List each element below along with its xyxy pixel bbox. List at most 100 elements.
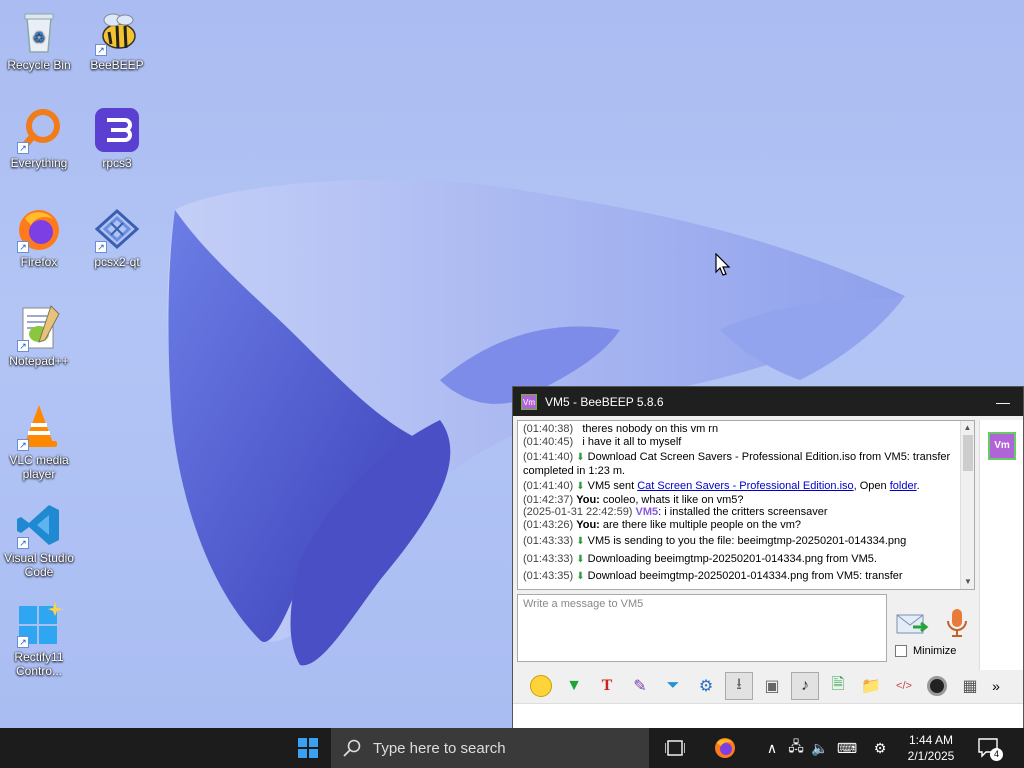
desktop-icon-recycle-bin[interactable]: ♻ Recycle Bin xyxy=(0,8,78,72)
svg-text:♻: ♻ xyxy=(33,29,46,45)
microphone-icon xyxy=(947,609,967,637)
send-button[interactable] xyxy=(895,609,929,639)
clock-time: 1:44 AM xyxy=(908,733,954,747)
start-button[interactable] xyxy=(288,728,328,768)
chat-line: (01:42:37) You: cooleo, whats it like on… xyxy=(523,493,744,506)
vlc-icon: ↗ xyxy=(15,403,63,451)
system-clock[interactable]: 1:44 AM 2/1/2025 xyxy=(896,732,966,764)
clock-date: 2/1/2025 xyxy=(907,749,955,763)
chat-line: (01:43:33) ⬇ Downloading beeimgtmp-20250… xyxy=(523,552,877,565)
sound-button[interactable]: ♪ xyxy=(791,672,819,700)
download-icon: ⬇ xyxy=(576,536,585,547)
chat-scrollbar[interactable]: ▲ ▼ xyxy=(960,421,974,589)
desktop-icon-firefox[interactable]: ↗ Firefox xyxy=(0,205,78,269)
save-tray-icon: ⭳ xyxy=(736,675,742,693)
send-file-button[interactable]: 🗎 xyxy=(824,672,852,700)
open-folder-link[interactable]: folder xyxy=(890,480,917,492)
desktop-icon-label: rpcs3 xyxy=(102,156,132,170)
text-format-button[interactable]: T xyxy=(593,672,621,700)
emoticons-button[interactable] xyxy=(527,672,555,700)
everything-search-icon: ↗ xyxy=(15,106,63,154)
download-icon: ⬇ xyxy=(576,553,585,565)
keyboard-layout-icon[interactable]: ⌨ xyxy=(834,728,860,768)
notification-count-badge: 4 xyxy=(990,748,1003,761)
desktop-icon-label: VLC media player xyxy=(9,453,69,481)
recycle-bin-icon: ♻ xyxy=(15,8,63,56)
more-tools-button[interactable]: » xyxy=(989,672,1003,700)
message-input[interactable]: Write a message to VM5 xyxy=(517,594,887,662)
desktop-icon-everything[interactable]: ↗ Everything xyxy=(0,106,78,170)
firefox-icon: ↗ xyxy=(15,205,63,253)
beebeep-app-icon: Vm xyxy=(521,393,537,410)
html-button[interactable]: </> xyxy=(890,672,918,700)
webcam-icon xyxy=(927,676,947,696)
chat-line: (01:41:40) ⬇ Download Cat Screen Savers … xyxy=(523,451,951,477)
folder-icon: 📁 xyxy=(861,678,881,695)
download-icon: ⬇ xyxy=(576,571,585,582)
desktop-icon-label: Visual Studio Code xyxy=(4,551,74,579)
desktop-icon-notepadpp[interactable]: ↗ Notepad++ xyxy=(0,304,78,368)
vscode-icon: ↗ xyxy=(15,501,63,549)
beebeep-icon: ↗ xyxy=(93,8,141,56)
desktop-icon-pcsx2[interactable]: ↗ pcsx2-qt xyxy=(78,205,156,269)
desktop-icon-vscode[interactable]: ↗ Visual Studio Code xyxy=(0,501,78,579)
chat-line: (01:40:38) theres nobody on this vm rn xyxy=(523,423,719,435)
keyboard-button[interactable]: ▦ xyxy=(956,672,984,700)
taskbar: Type here to search ∧ 🖧 🔈 ⌨ ⚙ 1:44 AM 2/… xyxy=(0,728,1024,768)
search-icon xyxy=(343,739,361,757)
scrollbar-thumb[interactable] xyxy=(963,435,973,471)
window-titlebar[interactable]: Vm VM5 - BeeBEEP 5.8.6 — xyxy=(513,387,1023,416)
taskbar-firefox-button[interactable] xyxy=(708,728,742,768)
desktop-icon-label: Rectify11 Contro... xyxy=(14,650,64,678)
user-list-panel: Vm xyxy=(979,420,1023,670)
search-placeholder: Type here to search xyxy=(373,739,506,757)
volume-muted-icon[interactable]: 🔈 xyxy=(810,728,830,768)
desktop-icon-label: BeeBEEP xyxy=(90,58,144,72)
status-strip xyxy=(513,703,1023,729)
green-triangle-icon: ▼ xyxy=(566,677,582,694)
beebeep-chat-window[interactable]: Vm VM5 - BeeBEEP 5.8.6 — (01:40:38) ther… xyxy=(512,386,1024,729)
windows-logo-icon xyxy=(298,738,318,758)
task-view-icon xyxy=(665,740,685,756)
download-icon: ⬇ xyxy=(576,452,585,463)
desktop-icon-label: pcsx2-qt xyxy=(94,255,140,269)
draw-button[interactable]: ✎ xyxy=(626,672,654,700)
save-chat-button[interactable]: ⭳ xyxy=(725,672,753,700)
send-folder-button[interactable]: 📁 xyxy=(857,672,885,700)
minimize-checkbox[interactable] xyxy=(895,645,907,657)
download-icon: ⬇ xyxy=(576,481,585,492)
minimize-checkbox-row[interactable]: Minimize xyxy=(895,645,956,657)
scroll-up-icon[interactable]: ▲ xyxy=(961,421,974,435)
desktop-icon-beebeep[interactable]: ↗ BeeBEEP xyxy=(78,8,156,72)
taskbar-search-box[interactable]: Type here to search xyxy=(331,728,649,768)
webcam-button[interactable] xyxy=(923,672,951,700)
chat-line: (01:40:45) i have it all to myself xyxy=(523,435,682,448)
chat-line: (01:43:35) ⬇ Download beeimgtmp-20250201… xyxy=(523,570,903,582)
desktop-icon-rectify11[interactable]: ↗ Rectify11 Contro... xyxy=(0,600,78,678)
settings-button[interactable]: ⚙ xyxy=(692,672,720,700)
chat-line: (01:41:40) ⬇ VM5 sent Cat Screen Savers … xyxy=(523,480,920,492)
font-color-button[interactable]: ▼ xyxy=(560,672,588,700)
scroll-down-icon[interactable]: ▼ xyxy=(961,575,974,589)
task-view-button[interactable] xyxy=(660,728,690,768)
file-icon: 🗎 xyxy=(831,675,845,693)
smiley-icon xyxy=(530,675,552,697)
settings-gear-icon[interactable]: ⚙ xyxy=(868,728,892,768)
voice-message-button[interactable] xyxy=(945,607,969,639)
network-icon[interactable]: 🖧 xyxy=(786,728,806,768)
desktop-icon-rpcs3[interactable]: rpcs3 xyxy=(78,106,156,170)
screenshot-button[interactable]: ▣ xyxy=(758,672,786,700)
paint-brush-icon: ✎ xyxy=(633,678,647,695)
chat-toolbar: ▼ T ✎ ⏷ ⚙ ⭳ ▣ ♪ 🗎 📁 </> ▦ » xyxy=(513,669,1023,703)
minimize-window-button[interactable]: — xyxy=(983,394,1023,410)
desktop-icon-vlc[interactable]: ↗ VLC media player xyxy=(0,403,78,481)
filter-icon: ⏷ xyxy=(666,677,680,694)
chat-history[interactable]: (01:40:38) theres nobody on this vm rn (… xyxy=(517,420,975,590)
vm5-avatar[interactable]: Vm xyxy=(988,432,1016,460)
filter-button[interactable]: ⏷ xyxy=(659,672,687,700)
notifications-button[interactable]: 4 xyxy=(974,728,1004,768)
show-hidden-icons-button[interactable]: ∧ xyxy=(762,728,782,768)
file-link[interactable]: Cat Screen Savers - Professional Edition… xyxy=(637,480,853,492)
text-format-icon: T xyxy=(601,677,613,694)
mouse-cursor-icon xyxy=(715,253,731,276)
